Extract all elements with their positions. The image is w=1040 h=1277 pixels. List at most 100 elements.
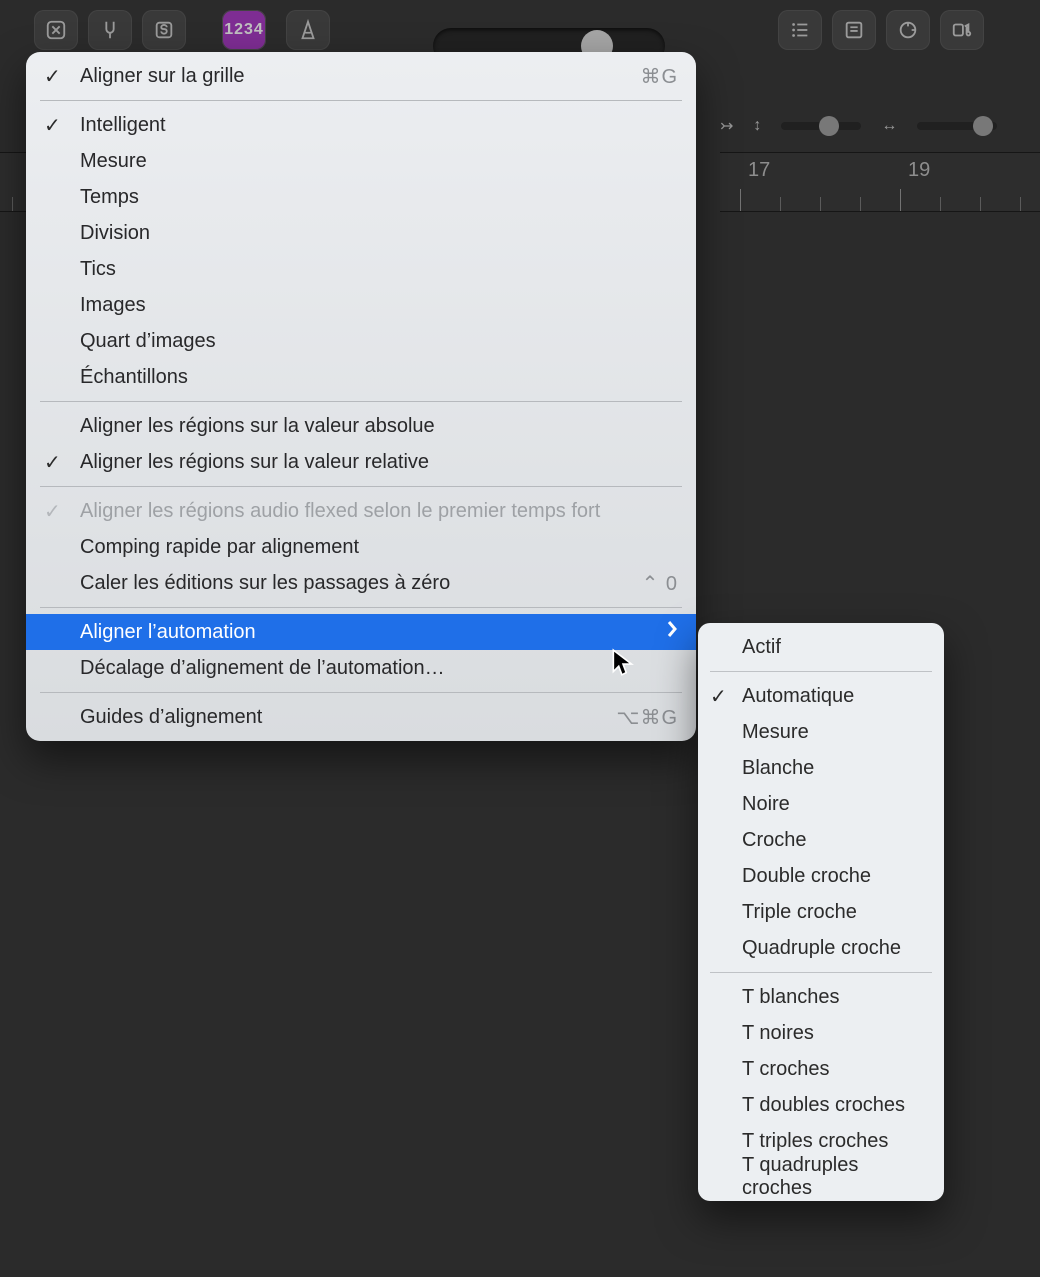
- menu-item-label: T doubles croches: [742, 1094, 905, 1117]
- menu-item-align-grid[interactable]: ✓ Aligner sur la grille ⌘G: [26, 58, 696, 94]
- menu-item-division[interactable]: Division: [26, 215, 696, 251]
- menu-separator: [40, 100, 682, 101]
- submenu-item-blanche[interactable]: Blanche: [698, 750, 944, 786]
- menu-item-images[interactable]: Images: [26, 287, 696, 323]
- menu-item-label: Mesure: [80, 150, 147, 173]
- loop-button[interactable]: [886, 10, 930, 50]
- submenu-item-mesure[interactable]: Mesure: [698, 714, 944, 750]
- menu-item-label: T croches: [742, 1058, 829, 1081]
- menu-item-label: Quart d’images: [80, 330, 216, 353]
- close-box-button[interactable]: [34, 10, 78, 50]
- menu-separator: [40, 401, 682, 402]
- menu-item-label: Quadruple croche: [742, 937, 901, 960]
- menu-item-label: Noire: [742, 793, 790, 816]
- submenu-item-double-croche[interactable]: Double croche: [698, 858, 944, 894]
- arrow-in-icon: ↣: [720, 116, 733, 136]
- vertical-zoom-slider[interactable]: [781, 122, 861, 130]
- menu-item-align-automation[interactable]: Aligner l’automation: [26, 614, 696, 650]
- menu-item-label: Aligner les régions sur la valeur relati…: [80, 451, 429, 474]
- menu-item-temps[interactable]: Temps: [26, 179, 696, 215]
- menu-item-label: Intelligent: [80, 114, 166, 137]
- menu-item-comping[interactable]: Comping rapide par alignement: [26, 529, 696, 565]
- menu-item-label: Automatique: [742, 685, 854, 708]
- menu-item-label: Guides d’alignement: [80, 706, 262, 729]
- menu-item-label: Décalage d’alignement de l’automation…: [80, 657, 445, 680]
- submenu-item-t-quadruples-croches[interactable]: T quadruples croches: [698, 1159, 944, 1195]
- menu-item-label: Blanche: [742, 757, 814, 780]
- menu-item-label: Aligner les régions sur la valeur absolu…: [80, 415, 435, 438]
- automation-align-submenu: Actif ✓ Automatique Mesure Blanche Noire…: [698, 623, 944, 1201]
- ruler-label-19: 19: [908, 159, 930, 182]
- list-button[interactable]: [778, 10, 822, 50]
- media-browser-button[interactable]: [940, 10, 984, 50]
- submenu-arrow-icon: [666, 620, 678, 644]
- submenu-item-quadruple-croche[interactable]: Quadruple croche: [698, 930, 944, 966]
- menu-item-align-rel[interactable]: ✓ Aligner les régions sur la valeur rela…: [26, 444, 696, 480]
- zoom-controls: ↣ ↕ ↔: [720, 108, 997, 144]
- submenu-item-noire[interactable]: Noire: [698, 786, 944, 822]
- menu-item-label: Aligner l’automation: [80, 621, 256, 644]
- shortcut-label: ⌥⌘G: [616, 705, 678, 730]
- menu-item-tics[interactable]: Tics: [26, 251, 696, 287]
- submenu-item-actif[interactable]: Actif: [698, 629, 944, 665]
- menu-item-label: T noires: [742, 1022, 814, 1045]
- menu-separator: [40, 607, 682, 608]
- submenu-item-triple-croche[interactable]: Triple croche: [698, 894, 944, 930]
- shortcut-label: ⌘G: [640, 64, 678, 89]
- snap-menu: ✓ Aligner sur la grille ⌘G ✓ Intelligent…: [26, 52, 696, 741]
- horiz-arrows-icon: ↔: [881, 117, 897, 135]
- menu-item-label: Mesure: [742, 721, 809, 744]
- solo-s-button[interactable]: [142, 10, 186, 50]
- menu-item-label: Double croche: [742, 865, 871, 888]
- menu-item-automation-offset[interactable]: Décalage d’alignement de l’automation…: [26, 650, 696, 686]
- submenu-item-automatique[interactable]: ✓ Automatique: [698, 678, 944, 714]
- check-icon: ✓: [44, 499, 61, 524]
- submenu-item-t-croches[interactable]: T croches: [698, 1051, 944, 1087]
- metronome-button[interactable]: [286, 10, 330, 50]
- menu-separator: [710, 671, 932, 672]
- horizontal-zoom-slider[interactable]: [917, 122, 997, 130]
- shortcut-label: ⌃ 0: [642, 571, 678, 596]
- menu-item-label: Temps: [80, 186, 139, 209]
- counter-button[interactable]: 1234: [222, 10, 266, 50]
- counter-label: 1234: [224, 21, 264, 39]
- menu-separator: [40, 692, 682, 693]
- menu-item-label: Croche: [742, 829, 806, 852]
- submenu-item-t-blanches[interactable]: T blanches: [698, 979, 944, 1015]
- check-icon: ✓: [44, 64, 61, 89]
- menu-item-label: Actif: [742, 636, 781, 659]
- menu-item-guides[interactable]: Guides d’alignement ⌥⌘G: [26, 699, 696, 735]
- check-icon: ✓: [44, 450, 61, 475]
- menu-item-label: Aligner les régions audio flexed selon l…: [80, 500, 600, 523]
- menu-item-label: T triples croches: [742, 1130, 888, 1153]
- vert-arrows-icon: ↕: [753, 117, 761, 135]
- menu-item-flex-align: ✓ Aligner les régions audio flexed selon…: [26, 493, 696, 529]
- menu-item-echantillons[interactable]: Échantillons: [26, 359, 696, 395]
- menu-item-label: T blanches: [742, 986, 839, 1009]
- check-icon: ✓: [44, 113, 61, 138]
- menu-item-label: Triple croche: [742, 901, 857, 924]
- menu-item-label: Tics: [80, 258, 116, 281]
- submenu-item-t-noires[interactable]: T noires: [698, 1015, 944, 1051]
- menu-item-label: Division: [80, 222, 150, 245]
- menu-separator: [40, 486, 682, 487]
- menu-item-zero-cross[interactable]: Caler les éditions sur les passages à zé…: [26, 565, 696, 601]
- check-icon: ✓: [710, 684, 727, 709]
- menu-item-intelligent[interactable]: ✓ Intelligent: [26, 107, 696, 143]
- menu-item-label: Caler les éditions sur les passages à zé…: [80, 572, 450, 595]
- ruler-label-17: 17: [748, 159, 770, 182]
- note-pad-button[interactable]: [832, 10, 876, 50]
- tuning-fork-button[interactable]: [88, 10, 132, 50]
- timeline-ruler[interactable]: 17 19: [720, 152, 1040, 212]
- menu-item-label: Images: [80, 294, 146, 317]
- menu-item-align-abs[interactable]: Aligner les régions sur la valeur absolu…: [26, 408, 696, 444]
- menu-item-label: Aligner sur la grille: [80, 65, 245, 88]
- menu-item-label: T quadruples croches: [742, 1154, 930, 1200]
- submenu-item-t-doubles-croches[interactable]: T doubles croches: [698, 1087, 944, 1123]
- submenu-item-croche[interactable]: Croche: [698, 822, 944, 858]
- menu-item-label: Comping rapide par alignement: [80, 536, 359, 559]
- app-root: { "toolbar": { "counter_label": "1234" }…: [0, 0, 1040, 1277]
- menu-item-mesure[interactable]: Mesure: [26, 143, 696, 179]
- menu-item-quart-images[interactable]: Quart d’images: [26, 323, 696, 359]
- menu-item-label: Échantillons: [80, 366, 188, 389]
